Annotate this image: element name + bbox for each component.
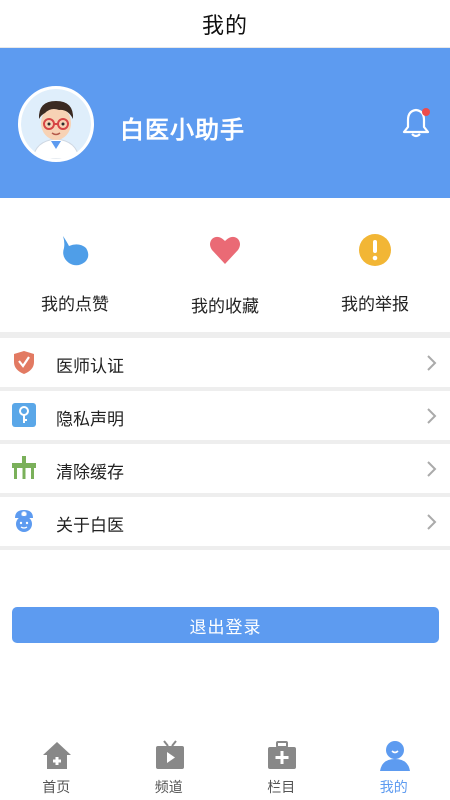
settings-menu: 医师认证 隐私声明 清除缓存 关于白医 <box>0 338 450 550</box>
heart-icon <box>210 236 240 264</box>
key-icon <box>12 403 36 427</box>
chevron-right-icon <box>427 514 437 530</box>
tv-icon <box>155 740 184 769</box>
shield-check-icon <box>14 351 34 374</box>
tab-mine[interactable]: 我的 <box>338 735 450 800</box>
menu-label-doctor-verification: 医师认证 <box>56 357 124 377</box>
notification-dot <box>422 108 430 116</box>
tab-label-column: 栏目 <box>267 780 296 796</box>
menu-item-clear-cache[interactable]: 清除缓存 <box>0 444 450 497</box>
bell-icon[interactable] <box>399 106 433 140</box>
medical-kit-icon <box>268 741 296 769</box>
tab-column[interactable]: 栏目 <box>225 735 338 800</box>
user-icon <box>379 741 410 771</box>
title-bar: 我的 <box>0 0 450 48</box>
menu-item-about[interactable]: 关于白医 <box>0 497 450 550</box>
quick-label-reports: 我的举报 <box>341 295 409 315</box>
tab-channel[interactable]: 频道 <box>113 735 226 800</box>
home-icon <box>43 742 71 769</box>
bottom-tab-bar: 首页 频道 栏目 我的 <box>0 735 450 800</box>
tab-label-channel: 频道 <box>154 780 183 796</box>
menu-label-about: 关于白医 <box>56 516 124 536</box>
quick-item-likes[interactable]: 我的点赞 <box>0 198 150 332</box>
menu-item-doctor-verification[interactable]: 医师认证 <box>0 338 450 391</box>
quick-label-likes: 我的点赞 <box>41 295 109 315</box>
quick-label-favorites: 我的收藏 <box>191 297 259 317</box>
chevron-right-icon <box>427 408 437 424</box>
broom-icon <box>12 456 36 479</box>
quick-item-favorites[interactable]: 我的收藏 <box>150 198 300 332</box>
quick-item-reports[interactable]: 我的举报 <box>300 198 450 332</box>
username: 白医小助手 <box>120 116 245 144</box>
tab-label-mine: 我的 <box>379 780 408 796</box>
tab-label-home: 首页 <box>42 780 71 796</box>
menu-label-clear-cache: 清除缓存 <box>56 463 124 483</box>
menu-item-privacy[interactable]: 隐私声明 <box>0 391 450 444</box>
like-icon <box>63 236 89 266</box>
page-title: 我的 <box>201 13 248 39</box>
quick-actions: 我的点赞 我的收藏 我的举报 <box>0 198 450 332</box>
exclamation-icon <box>359 234 391 266</box>
profile-header: 白医小助手 <box>0 48 450 198</box>
nurse-icon <box>15 510 33 532</box>
tab-home[interactable]: 首页 <box>0 735 113 800</box>
chevron-right-icon <box>427 355 437 371</box>
avatar[interactable] <box>18 86 94 162</box>
logout-button[interactable]: 退出登录 <box>12 607 439 643</box>
chevron-right-icon <box>427 461 437 477</box>
menu-label-privacy: 隐私声明 <box>56 410 124 430</box>
